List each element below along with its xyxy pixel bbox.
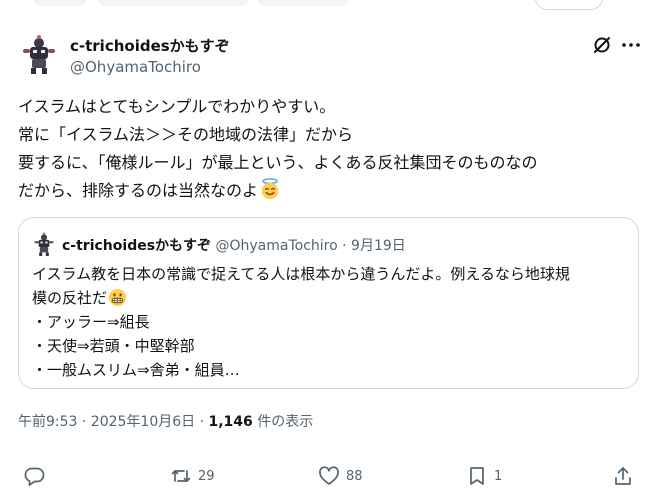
share-button[interactable] <box>612 463 634 489</box>
tweet-line: イスラムはとてもシンプルでわかりやすい。 <box>18 97 336 116</box>
quoted-tweet[interactable]: c-trichoidesかもすぞ @OhyamaTochiro · 9月19日 … <box>18 217 639 389</box>
quoted-text: イスラム教を日本の常識で捉えてる人は根本から違うんだよ。例えるなら地球規 模の反… <box>32 262 627 382</box>
previous-post-button[interactable] <box>535 0 603 10</box>
grok-icon[interactable] <box>591 34 613 56</box>
quoted-line: 模の反社だ <box>32 289 108 307</box>
bookmark-count: 1 <box>494 468 503 484</box>
quoted-author-name[interactable]: c-trichoidesかもすぞ <box>62 238 211 254</box>
share-icon <box>615 467 631 485</box>
like-button[interactable]: 88 <box>318 463 363 489</box>
author-handle[interactable]: @OhyamaTochiro <box>70 58 201 76</box>
reply-button[interactable] <box>23 463 51 489</box>
tweet-line: 常に「イスラム法＞＞その地域の法律」だから <box>18 125 354 144</box>
tweet-line: 要するに、「俺様ルール」が最上という、よくある反社集団そのものなの <box>18 153 538 172</box>
grimacing-face-icon <box>108 288 127 307</box>
avatar[interactable] <box>19 33 59 75</box>
tweet-line: だから、排除するのは当然なのよ <box>18 181 259 200</box>
previous-post-edge <box>0 0 655 10</box>
views-count: 1,146 <box>208 414 253 430</box>
tweet-line-last: だから、排除するのは当然なのよ <box>18 177 643 205</box>
quoted-line: ・天使⇒若頭・中堅幹部 <box>32 337 195 355</box>
repost-icon <box>171 470 191 482</box>
post-meta: 午前9:53 · 2025年10月6日 · 1,146 件の表示 <box>18 411 313 431</box>
more-options-icon[interactable] <box>620 34 642 56</box>
quoted-date[interactable]: 9月19日 <box>351 238 406 254</box>
heart-icon <box>319 466 339 485</box>
like-count: 88 <box>346 468 363 484</box>
quoted-line: イスラム教を日本の常識で捉えてる人は根本から違うんだよ。例えるなら地球規 <box>32 265 570 283</box>
bookmark-icon <box>470 467 484 485</box>
timestamp[interactable]: 午前9:53 · 2025年10月6日 · <box>18 414 209 430</box>
bookmark-button[interactable]: 1 <box>466 463 502 489</box>
tweet-text: イスラムはとてもシンプルでわかりやすい。 常に「イスラム法＞＞その地域の法律」だ… <box>18 93 643 205</box>
quoted-line-emoji: 模の反社だ <box>32 286 627 310</box>
quoted-author-handle[interactable]: @OhyamaTochiro <box>216 238 338 254</box>
views-label: 件の表示 <box>252 414 314 430</box>
quoted-line: ・アッラー⇒組長 <box>32 313 150 331</box>
quoted-line: ・一般ムスリム⇒舎弟・組員… <box>32 361 240 379</box>
author-name[interactable]: c-trichoidesかもすぞ <box>70 35 230 56</box>
repost-count: 29 <box>198 468 215 484</box>
repost-button[interactable]: 29 <box>170 463 215 489</box>
quoted-header: c-trichoidesかもすぞ @OhyamaTochiro · 9月19日 <box>62 235 406 255</box>
reply-icon <box>24 467 45 486</box>
quoted-avatar[interactable] <box>32 231 56 257</box>
quoted-separator: · <box>342 238 347 254</box>
smiling-face-with-halo-icon <box>261 178 279 200</box>
